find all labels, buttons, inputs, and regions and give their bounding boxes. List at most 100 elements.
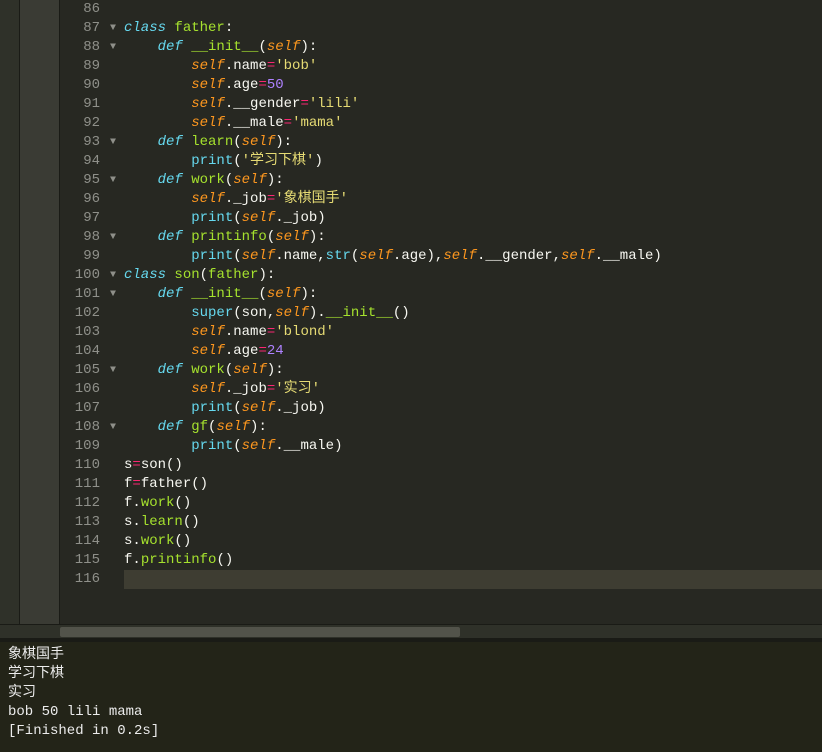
horizontal-scrollbar-thumb[interactable] xyxy=(60,627,460,637)
code-token: ( xyxy=(233,248,241,264)
code-line[interactable]: def work(self): xyxy=(124,171,822,190)
code-line[interactable]: s=son() xyxy=(124,456,822,475)
code-token: str xyxy=(326,248,351,264)
fold-marker[interactable]: ▼ xyxy=(110,38,124,57)
code-line[interactable]: self.age=24 xyxy=(124,342,822,361)
line-number[interactable]: 87 xyxy=(60,19,100,38)
line-number[interactable]: 113 xyxy=(60,513,100,532)
line-number[interactable]: 98 xyxy=(60,228,100,247)
line-number[interactable]: 109 xyxy=(60,437,100,456)
code-token: work xyxy=(141,495,175,511)
code-line[interactable]: def __init__(self): xyxy=(124,38,822,57)
line-number[interactable]: 93 xyxy=(60,133,100,152)
code-line[interactable]: self.__gender='lili' xyxy=(124,95,822,114)
line-number[interactable]: 116 xyxy=(60,570,100,589)
code-line[interactable]: f.printinfo() xyxy=(124,551,822,570)
code-line[interactable]: print(self._job) xyxy=(124,399,822,418)
code-line[interactable]: self._job='实习' xyxy=(124,380,822,399)
code-line[interactable]: self.age=50 xyxy=(124,76,822,95)
fold-marker[interactable]: ▼ xyxy=(110,228,124,247)
code-line[interactable]: self.name='blond' xyxy=(124,323,822,342)
code-token: 'lili' xyxy=(309,96,359,112)
code-line[interactable] xyxy=(124,0,822,19)
line-number[interactable]: 105 xyxy=(60,361,100,380)
code-token: = xyxy=(132,476,140,492)
line-number[interactable]: 102 xyxy=(60,304,100,323)
code-token: self xyxy=(242,210,276,226)
code-line[interactable]: def gf(self): xyxy=(124,418,822,437)
line-number[interactable]: 107 xyxy=(60,399,100,418)
code-token: son xyxy=(242,305,267,321)
code-line[interactable]: def printinfo(self): xyxy=(124,228,822,247)
output-line: 实习 xyxy=(8,684,814,703)
line-number[interactable]: 94 xyxy=(60,152,100,171)
fold-marker[interactable]: ▼ xyxy=(110,266,124,285)
line-number[interactable]: 114 xyxy=(60,532,100,551)
code-line[interactable]: print(self.__male) xyxy=(124,437,822,456)
code-line[interactable]: print(self._job) xyxy=(124,209,822,228)
line-number[interactable]: 104 xyxy=(60,342,100,361)
code-line[interactable]: def __init__(self): xyxy=(124,285,822,304)
line-number[interactable]: 91 xyxy=(60,95,100,114)
horizontal-scrollbar[interactable] xyxy=(0,624,822,638)
fold-gutter[interactable]: ▼▼▼▼▼▼▼▼▼ xyxy=(110,0,124,624)
code-line[interactable] xyxy=(124,570,822,589)
code-line[interactable]: self.__male='mama' xyxy=(124,114,822,133)
line-number[interactable]: 96 xyxy=(60,190,100,209)
code-line[interactable]: class father: xyxy=(124,19,822,38)
fold-marker[interactable]: ▼ xyxy=(110,171,124,190)
code-line[interactable]: def work(self): xyxy=(124,361,822,380)
code-line[interactable]: def learn(self): xyxy=(124,133,822,152)
fold-marker[interactable]: ▼ xyxy=(110,19,124,38)
line-number[interactable]: 88 xyxy=(60,38,100,57)
code-content[interactable]: class father: def __init__(self): self.n… xyxy=(124,0,822,624)
code-token: __male xyxy=(284,438,334,454)
code-token: = xyxy=(267,58,275,74)
line-number[interactable]: 92 xyxy=(60,114,100,133)
fold-marker[interactable]: ▼ xyxy=(110,361,124,380)
line-number[interactable]: 115 xyxy=(60,551,100,570)
line-number[interactable]: 99 xyxy=(60,247,100,266)
code-token xyxy=(124,343,191,359)
code-area[interactable]: 8687888990919293949596979899100101102103… xyxy=(60,0,822,624)
line-number[interactable]: 112 xyxy=(60,494,100,513)
code-token: ), xyxy=(427,248,444,264)
line-number[interactable]: 89 xyxy=(60,57,100,76)
line-number[interactable]: 100 xyxy=(60,266,100,285)
line-number[interactable]: 95 xyxy=(60,171,100,190)
minimap-strip[interactable] xyxy=(20,0,60,624)
code-token: , xyxy=(317,248,325,264)
fold-marker[interactable]: ▼ xyxy=(110,418,124,437)
code-line[interactable]: s.work() xyxy=(124,532,822,551)
code-token: . xyxy=(275,400,283,416)
line-number[interactable]: 110 xyxy=(60,456,100,475)
fold-marker[interactable]: ▼ xyxy=(110,133,124,152)
code-token xyxy=(124,134,158,150)
left-gutter xyxy=(0,0,20,624)
line-number[interactable]: 86 xyxy=(60,0,100,19)
line-number[interactable]: 97 xyxy=(60,209,100,228)
code-line[interactable]: f=father() xyxy=(124,475,822,494)
line-number[interactable]: 103 xyxy=(60,323,100,342)
output-panel[interactable]: 象棋国手学习下棋实习bob 50 lili mama[Finished in 0… xyxy=(0,642,822,752)
code-line[interactable]: s.learn() xyxy=(124,513,822,532)
line-number[interactable]: 108 xyxy=(60,418,100,437)
line-number[interactable]: 90 xyxy=(60,76,100,95)
code-line[interactable]: print(self.name,str(self.age),self.__gen… xyxy=(124,247,822,266)
code-token: father xyxy=(174,20,224,36)
fold-marker xyxy=(110,513,124,532)
code-token: = xyxy=(267,191,275,207)
code-line[interactable]: super(son,self).__init__() xyxy=(124,304,822,323)
code-token: gf xyxy=(191,419,208,435)
code-line[interactable]: class son(father): xyxy=(124,266,822,285)
code-line[interactable]: f.work() xyxy=(124,494,822,513)
code-line[interactable]: self.name='bob' xyxy=(124,57,822,76)
code-token: __init__ xyxy=(191,286,258,302)
code-line[interactable]: print('学习下棋') xyxy=(124,152,822,171)
fold-marker[interactable]: ▼ xyxy=(110,285,124,304)
line-number-gutter[interactable]: 8687888990919293949596979899100101102103… xyxy=(60,0,110,624)
line-number[interactable]: 101 xyxy=(60,285,100,304)
line-number[interactable]: 106 xyxy=(60,380,100,399)
line-number[interactable]: 111 xyxy=(60,475,100,494)
code-line[interactable]: self._job='象棋国手' xyxy=(124,190,822,209)
